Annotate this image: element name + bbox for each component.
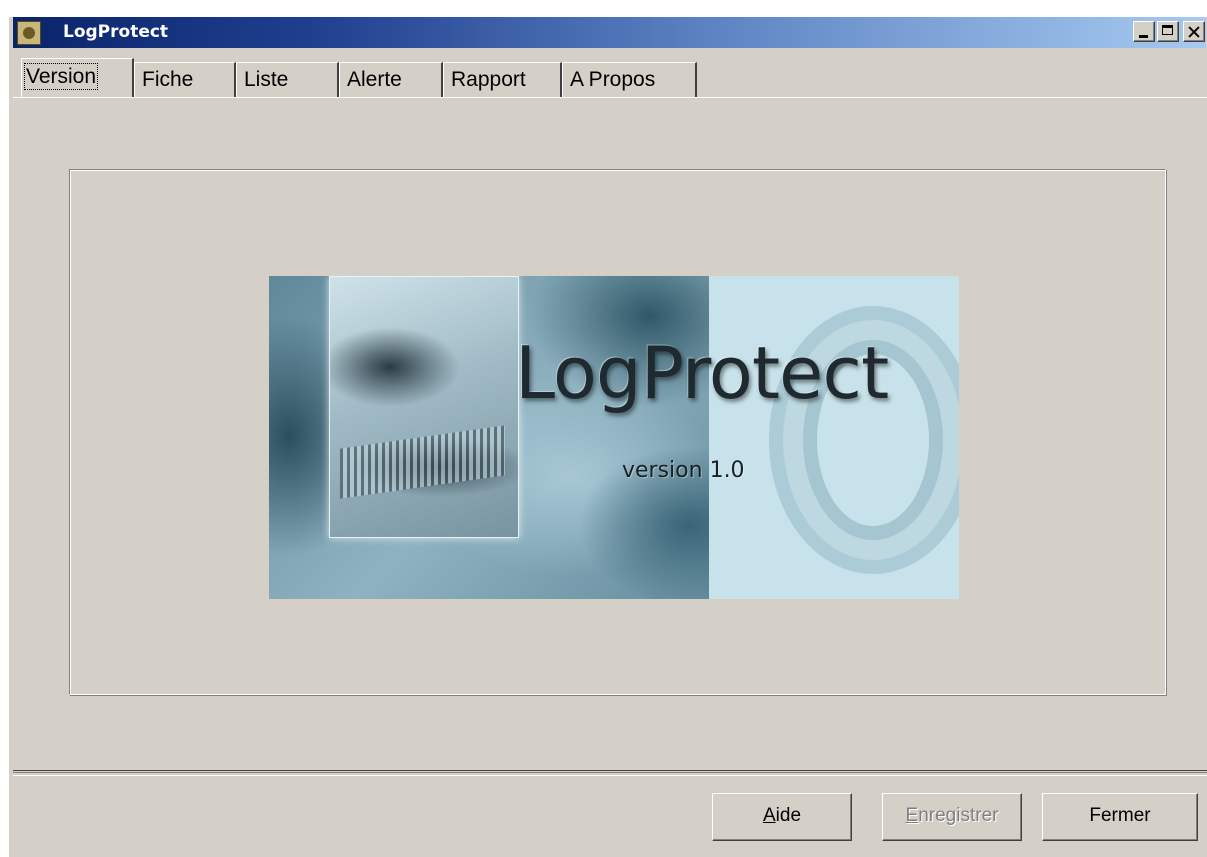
close-label: Fermer bbox=[1089, 805, 1151, 826]
splash-title: LogProtect bbox=[515, 331, 889, 415]
save-mnemonic: E bbox=[905, 805, 919, 826]
tab-label: Liste bbox=[244, 68, 289, 91]
tab-fiche[interactable]: Fiche bbox=[134, 62, 236, 97]
maximize-button[interactable] bbox=[1157, 21, 1179, 42]
save-label: nregistrer bbox=[918, 805, 999, 826]
save-button[interactable]: Enregistrer bbox=[882, 793, 1022, 841]
close-button[interactable]: Fermer bbox=[1042, 793, 1198, 841]
tab-panel-border bbox=[13, 97, 1207, 98]
tab-label: Rapport bbox=[451, 68, 526, 91]
tab-label: A Propos bbox=[570, 68, 656, 91]
help-mnemonic: A bbox=[762, 805, 776, 826]
splash-image: LogProtect version 1.0 bbox=[269, 276, 959, 599]
tab-label: Fiche bbox=[142, 68, 194, 91]
help-label: ide bbox=[775, 805, 802, 826]
splash-version: version 1.0 bbox=[622, 458, 745, 483]
tab-label: Alerte bbox=[347, 68, 402, 91]
tab-rapport[interactable]: Rapport bbox=[443, 62, 562, 97]
tab-alerte[interactable]: Alerte bbox=[339, 62, 443, 97]
close-window-button[interactable] bbox=[1183, 21, 1205, 42]
keyboard-photo bbox=[329, 276, 519, 538]
tab-a-propos[interactable]: A Propos bbox=[562, 62, 697, 97]
tab-label: Version bbox=[23, 63, 99, 90]
tab-liste[interactable]: Liste bbox=[236, 62, 339, 97]
main-window: LogProtect Version Fiche Liste Alerte Ra… bbox=[8, 16, 1207, 857]
window-title: LogProtect bbox=[63, 22, 169, 42]
minimize-button[interactable] bbox=[1133, 21, 1155, 42]
title-bar[interactable]: LogProtect bbox=[13, 17, 1206, 48]
app-icon[interactable] bbox=[17, 21, 41, 45]
help-button[interactable]: Aide bbox=[712, 793, 852, 841]
button-bar-separator bbox=[13, 770, 1207, 776]
tab-version[interactable]: Version bbox=[21, 58, 134, 98]
